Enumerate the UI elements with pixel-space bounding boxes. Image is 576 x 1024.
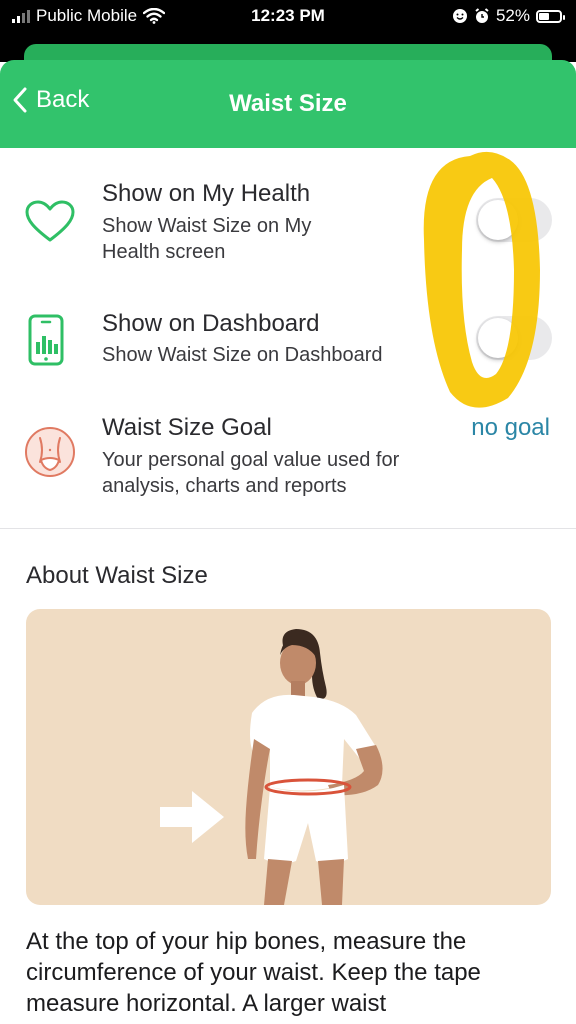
show-on-dashboard-row: Show on Dashboard Show Waist Size on Das… xyxy=(0,306,576,386)
row-description: Your personal goal value used for analys… xyxy=(102,447,399,499)
alarm-icon xyxy=(475,8,489,23)
emoji-face-icon xyxy=(452,9,467,23)
row-description-line: analysis, charts and reports xyxy=(102,475,347,497)
show-on-dashboard-toggle[interactable] xyxy=(476,316,552,360)
dashboard-chart-icon xyxy=(28,314,64,366)
person-measuring-waist-image xyxy=(160,629,383,905)
battery-icon xyxy=(536,9,565,23)
row-title: Waist Size Goal xyxy=(102,414,272,441)
toggle-knob xyxy=(478,318,518,358)
waist-icon xyxy=(25,427,75,477)
status-right: 52% xyxy=(452,6,565,26)
toggle-knob xyxy=(478,200,518,240)
battery-percent: 52% xyxy=(495,6,530,25)
waist-measurement-illustration xyxy=(26,609,551,905)
row-description: Show Waist Size on Dashboard xyxy=(102,344,383,366)
about-section-title: About Waist Size xyxy=(26,562,208,589)
row-description-line: Your personal goal value used for xyxy=(102,449,400,471)
navigation-bar: Back Waist Size xyxy=(0,60,576,148)
row-description: Show Waist Size on My Health screen xyxy=(102,213,311,265)
row-description-line: Health screen xyxy=(102,241,226,263)
show-on-my-health-row: Show on My Health Show Waist Size on My … xyxy=(0,176,576,276)
section-divider xyxy=(0,528,576,529)
row-title: Show on Dashboard xyxy=(102,310,320,337)
row-title: Show on My Health xyxy=(102,180,311,207)
show-on-my-health-toggle[interactable] xyxy=(476,198,552,242)
page-title: Waist Size xyxy=(229,90,347,117)
row-description-line: Show Waist Size on My xyxy=(102,215,312,237)
about-description: At the top of your hip bones, measure th… xyxy=(26,928,481,1017)
heart-icon xyxy=(25,200,75,242)
status-bar: Public Mobile 12:23 PM 52% xyxy=(0,0,576,32)
waist-size-goal-value[interactable]: no goal xyxy=(471,414,550,442)
